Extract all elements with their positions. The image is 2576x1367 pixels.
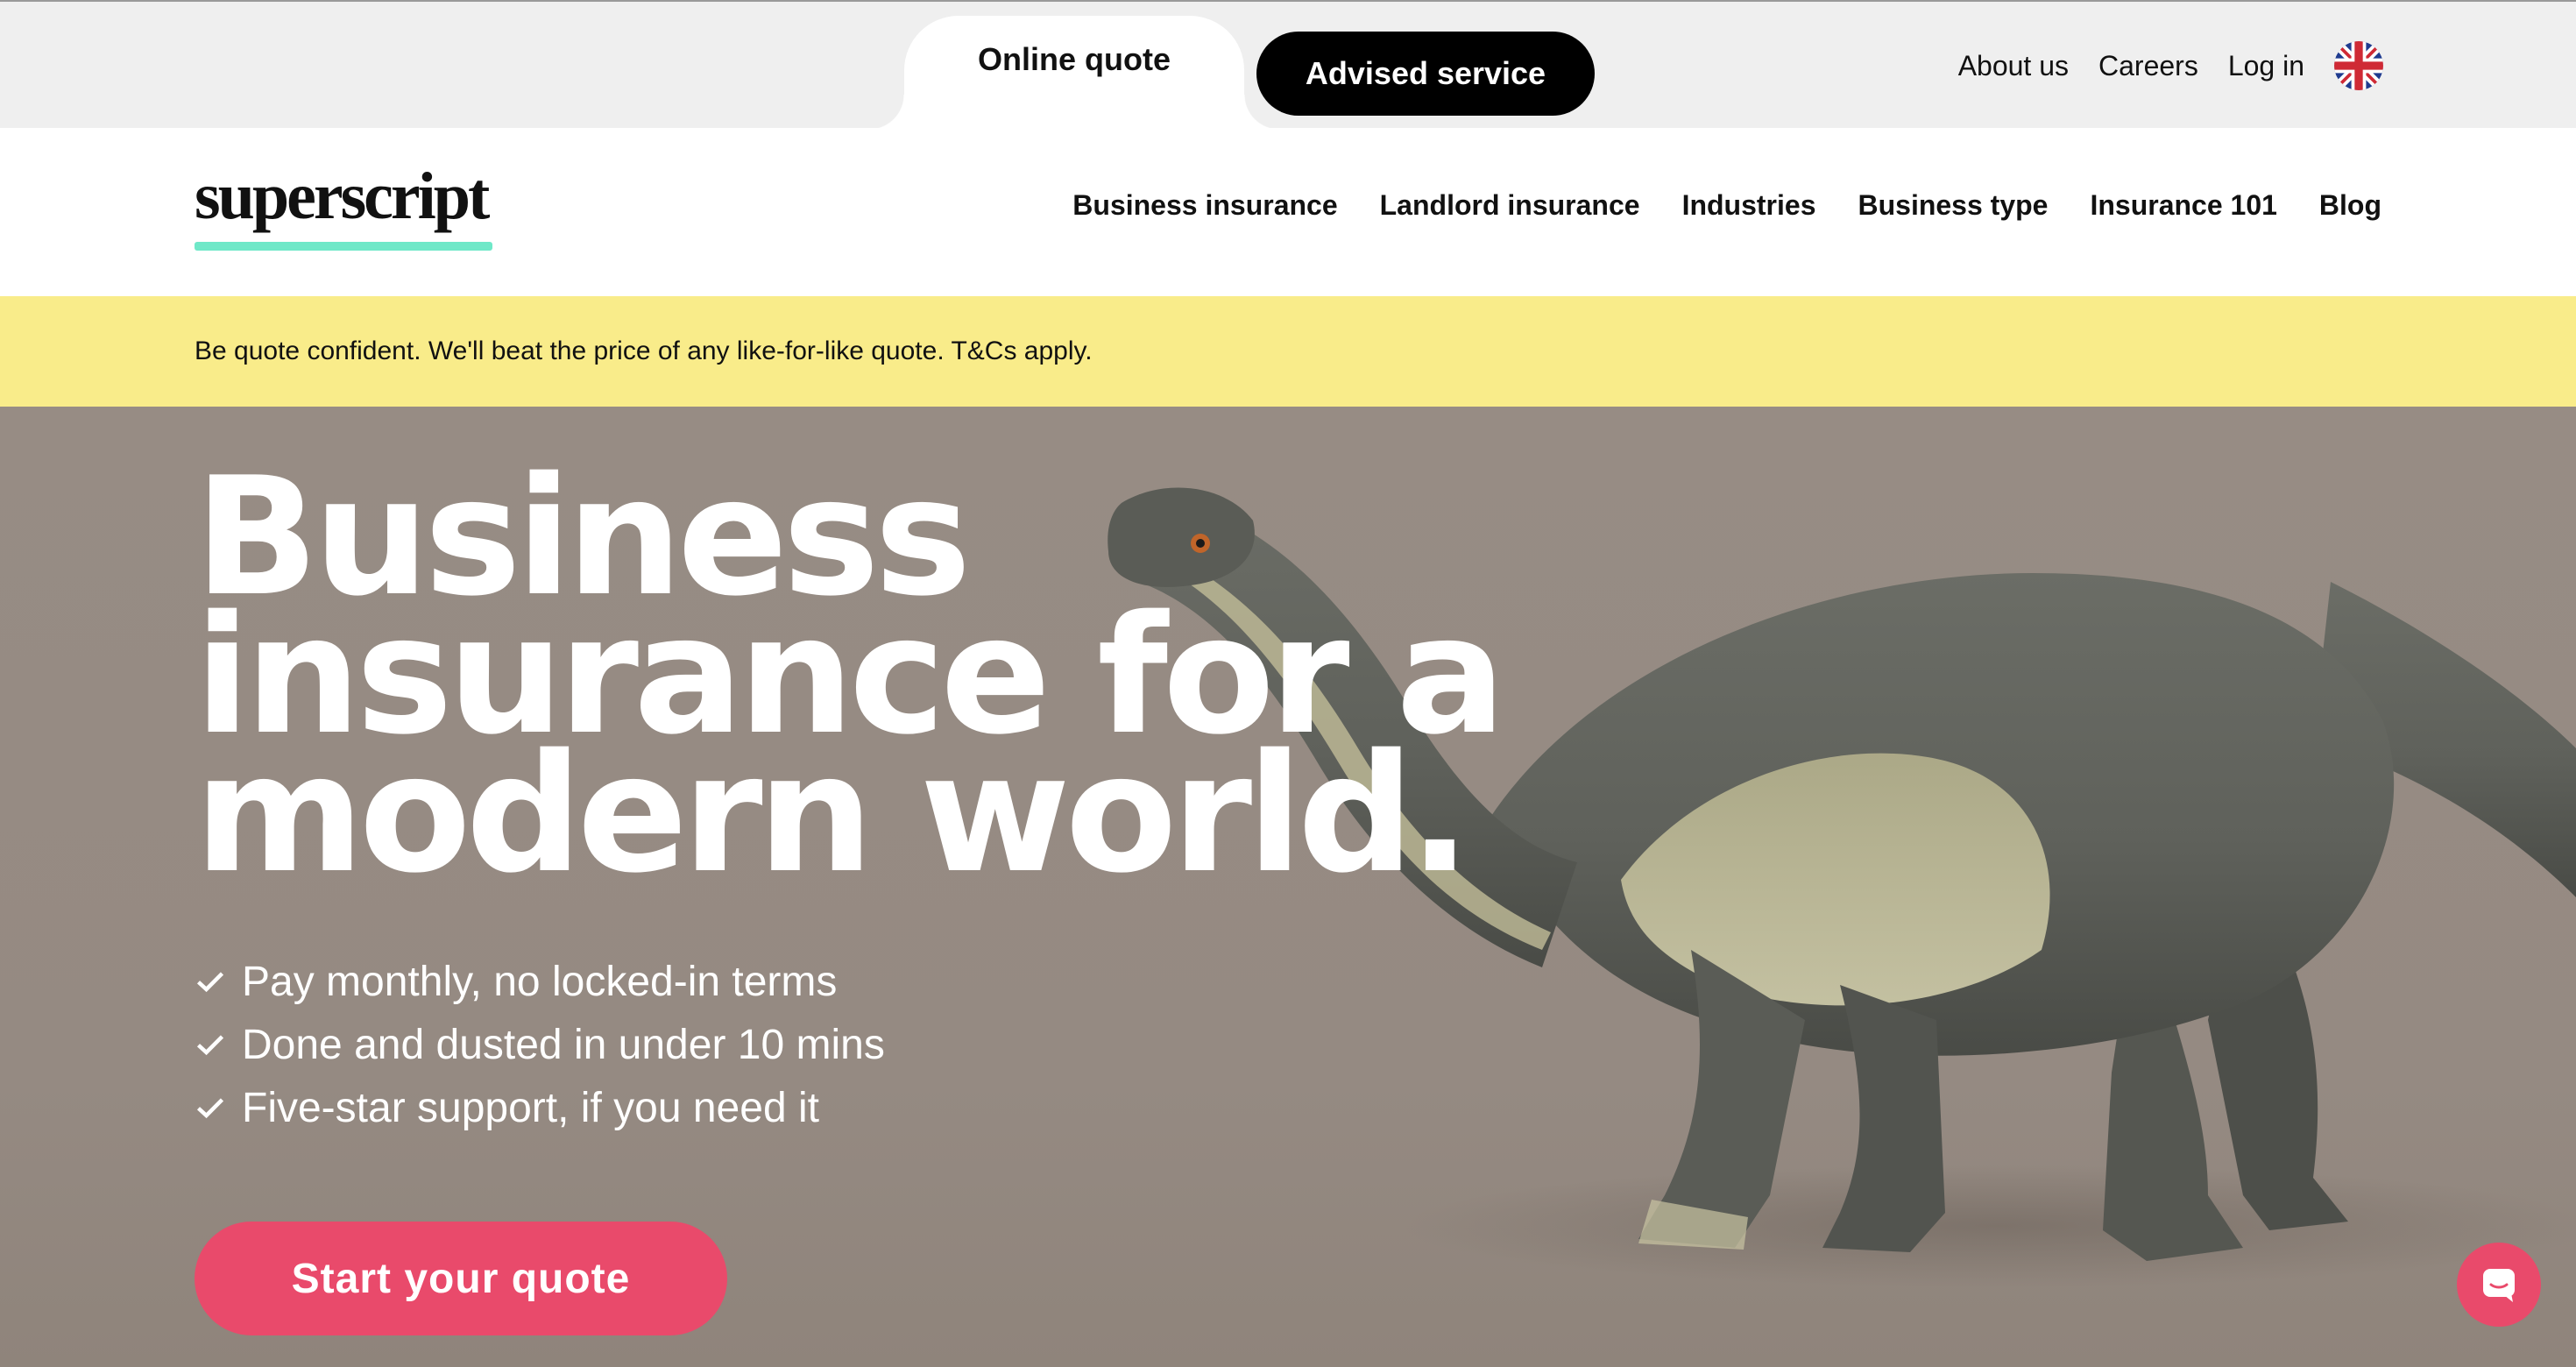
tab-online-quote[interactable]: Online quote: [869, 16, 1279, 130]
benefit-text: Pay monthly, no locked-in terms: [242, 958, 838, 1005]
careers-link[interactable]: Careers: [2098, 50, 2198, 82]
nav-insurance-101[interactable]: Insurance 101: [2090, 189, 2276, 222]
tab-advised-service[interactable]: Advised service: [1256, 32, 1595, 116]
hero-section: Business insurance for a modern world. P…: [0, 407, 2576, 1367]
nav-blog[interactable]: Blog: [2319, 189, 2381, 222]
check-icon: [196, 972, 224, 993]
nav-links: Business insurance Landlord insurance In…: [1072, 189, 2381, 222]
hero-headline: Business insurance for a modern world.: [195, 456, 1509, 909]
chat-bubble-icon: [2483, 1269, 2515, 1302]
uk-flag-icon[interactable]: [2334, 41, 2383, 90]
superscript-logo[interactable]: superscript: [195, 161, 490, 231]
benefit-item: Five-star support, if you need it: [195, 1076, 885, 1139]
tab-online-quote-label: Online quote: [978, 41, 1171, 77]
benefit-text: Done and dusted in under 10 mins: [242, 1021, 885, 1068]
about-us-link[interactable]: About us: [1958, 50, 2069, 82]
check-icon: [196, 1098, 224, 1119]
benefits-list: Pay monthly, no locked-in terms Done and…: [195, 950, 885, 1139]
start-quote-button-label: Start your quote: [291, 1255, 631, 1302]
utility-links: About us Careers Log in: [1958, 37, 2383, 95]
start-quote-button[interactable]: Start your quote: [195, 1222, 727, 1335]
logo-underline: [195, 242, 492, 251]
nav-business-type[interactable]: Business type: [1858, 189, 2048, 222]
headline-line-3: modern world.: [195, 719, 1471, 909]
promo-banner: Be quote confident. We'll beat the price…: [0, 296, 2576, 407]
nav-business-insurance[interactable]: Business insurance: [1072, 189, 1337, 222]
quote-mode-switch: Online quote Advised service: [869, 16, 1605, 130]
page: Online quote Advised service About us Ca…: [0, 0, 2576, 1367]
benefit-item: Pay monthly, no locked-in terms: [195, 950, 885, 1013]
tab-advised-service-label: Advised service: [1305, 55, 1546, 91]
main-navigation: superscript Business insurance Landlord …: [0, 128, 2576, 296]
log-in-link[interactable]: Log in: [2228, 50, 2304, 82]
benefit-item: Done and dusted in under 10 mins: [195, 1013, 885, 1076]
top-utility-bar: Online quote Advised service About us Ca…: [0, 0, 2576, 130]
check-icon: [196, 1035, 224, 1056]
chat-launcher-button[interactable]: [2457, 1243, 2541, 1327]
nav-industries[interactable]: Industries: [1682, 189, 1816, 222]
nav-landlord-insurance[interactable]: Landlord insurance: [1380, 189, 1640, 222]
promo-banner-text[interactable]: Be quote confident. We'll beat the price…: [195, 336, 1093, 366]
benefit-text: Five-star support, if you need it: [242, 1084, 819, 1131]
